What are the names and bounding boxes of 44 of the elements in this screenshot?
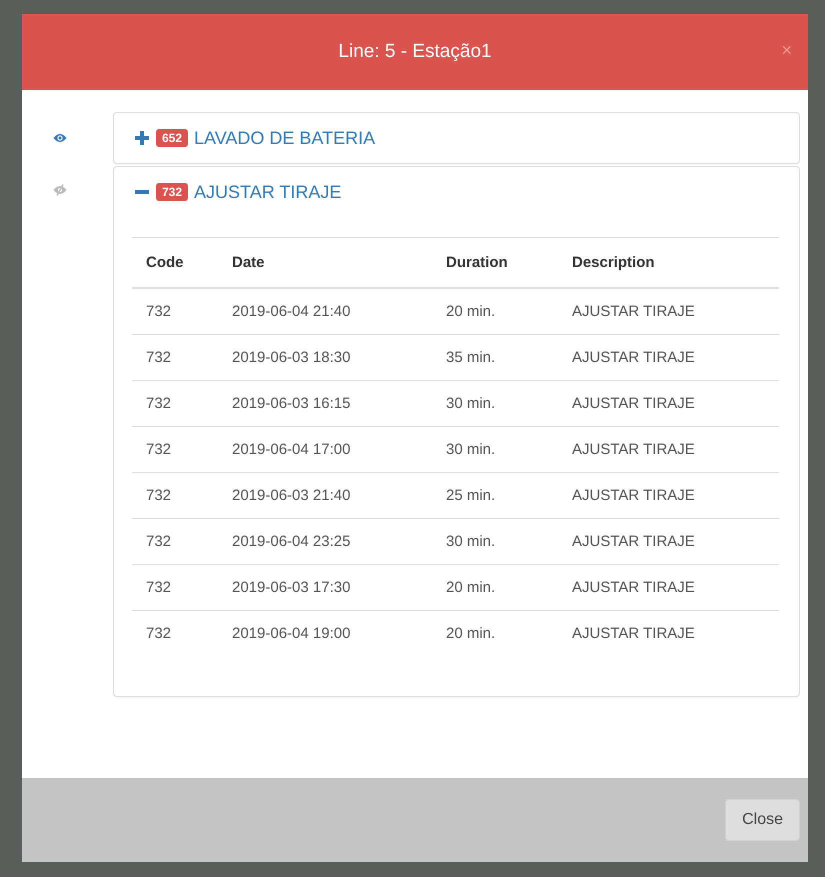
code-badge: 652 xyxy=(156,129,188,147)
table-cell: AJUSTAR TIRAJE xyxy=(558,426,779,472)
table-cell: 732 xyxy=(132,610,218,656)
table-cell: 2019-06-04 19:00 xyxy=(218,610,432,656)
table-cell: 20 min. xyxy=(432,564,558,610)
table-cell: 732 xyxy=(132,334,218,380)
table-cell: 2019-06-03 18:30 xyxy=(218,334,432,380)
table-cell: 25 min. xyxy=(432,472,558,518)
modal-title: Line: 5 - Estação1 xyxy=(338,41,492,63)
table-cell: 2019-06-04 21:40 xyxy=(218,288,432,334)
table-cell: 30 min. xyxy=(432,426,558,472)
table-cell: AJUSTAR TIRAJE xyxy=(558,380,779,426)
table-cell: AJUSTAR TIRAJE xyxy=(558,288,779,334)
table-cell: 20 min. xyxy=(432,288,558,334)
table-cell: 2019-06-04 17:00 xyxy=(218,426,432,472)
table-cell: AJUSTAR TIRAJE xyxy=(558,518,779,564)
table-cell: 30 min. xyxy=(432,380,558,426)
column-header: Code xyxy=(132,238,218,288)
eye-icon[interactable] xyxy=(53,133,67,143)
table-cell: 732 xyxy=(132,518,218,564)
panel-title-link[interactable]: AJUSTAR TIRAJE xyxy=(194,182,342,202)
code-badge: 732 xyxy=(156,183,188,201)
close-button[interactable]: Close xyxy=(725,799,800,841)
table-cell: 732 xyxy=(132,426,218,472)
table-cell: AJUSTAR TIRAJE xyxy=(558,610,779,656)
table-cell: 2019-06-03 16:15 xyxy=(218,380,432,426)
table-cell: 20 min. xyxy=(432,610,558,656)
table-cell: AJUSTAR TIRAJE xyxy=(558,334,779,380)
table-cell: 2019-06-03 17:30 xyxy=(218,564,432,610)
table-cell: 732 xyxy=(132,564,218,610)
plus-icon[interactable] xyxy=(134,130,150,146)
table-cell: 35 min. xyxy=(432,334,558,380)
table-cell: 732 xyxy=(132,472,218,518)
table-cell: AJUSTAR TIRAJE xyxy=(558,472,779,518)
table-cell: 30 min. xyxy=(432,518,558,564)
column-header: Description xyxy=(558,238,779,288)
panel-title-link[interactable]: LAVADO DE BATERIA xyxy=(194,128,376,148)
column-header: Duration xyxy=(432,238,558,288)
table-cell: 2019-06-03 21:40 xyxy=(218,472,432,518)
table-cell: AJUSTAR TIRAJE xyxy=(558,564,779,610)
table-cell: 732 xyxy=(132,288,218,334)
table-cell: 732 xyxy=(132,380,218,426)
column-header: Date xyxy=(218,238,432,288)
table-cell: 2019-06-04 23:25 xyxy=(218,518,432,564)
